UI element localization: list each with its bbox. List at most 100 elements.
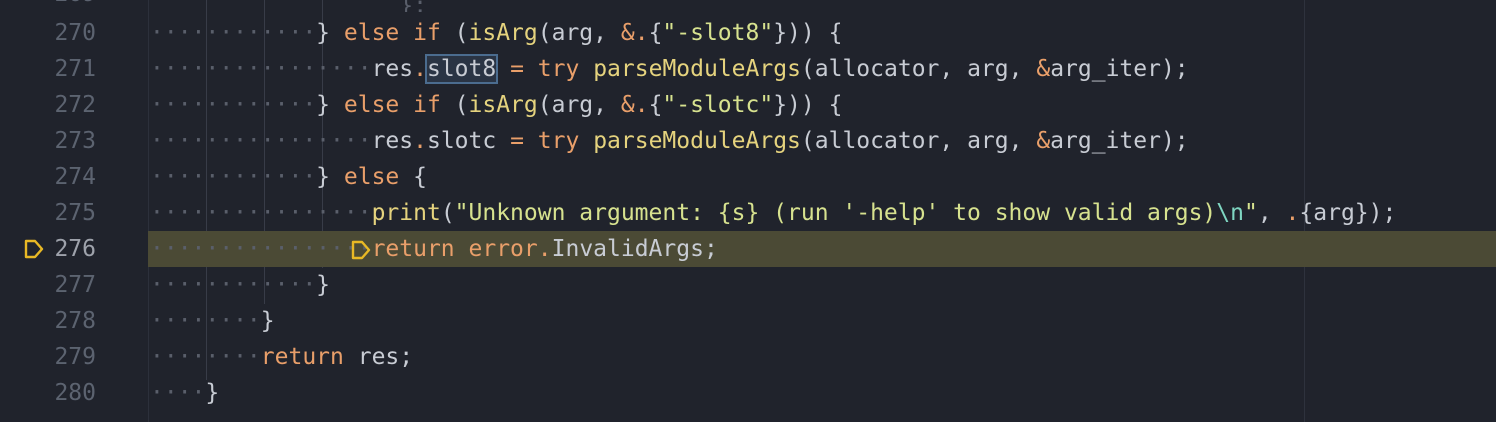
code-text[interactable]: ········} (150, 303, 275, 339)
code-token: res (371, 128, 414, 154)
code-line[interactable]: 273 ················res.slotc = try parse… (0, 123, 1496, 159)
code-token: " (1243, 200, 1258, 226)
code-line[interactable]: 270 ············} else if (isArg(arg, &.{… (0, 15, 1496, 51)
code-token: error (468, 236, 538, 262)
code-line[interactable]: 279 ········return res; (0, 339, 1496, 375)
code-token: slotc (426, 128, 511, 154)
line-number: 270 (54, 20, 96, 46)
code-token: res (371, 56, 414, 82)
code-token: . (413, 56, 427, 82)
code-token: = (510, 128, 524, 154)
line-number: 277 (54, 272, 96, 298)
code-token: } (316, 92, 344, 118)
code-token: parseModuleArgs (593, 56, 801, 82)
code-token: { (648, 92, 663, 118)
whitespace-dots: ················ (150, 56, 372, 82)
code-token: } (316, 272, 331, 298)
whitespace-dots: ················ (150, 200, 372, 226)
code-token: { (399, 164, 427, 190)
line-number: 272 (54, 92, 96, 118)
selected-token: slot8 (424, 54, 499, 84)
code-token: (allocator, arg, (800, 56, 1037, 82)
line-number: 275 (54, 200, 96, 226)
code-line[interactable]: 275 ················print("Unknown argume… (0, 195, 1496, 231)
line-number: 271 (54, 56, 96, 82)
code-text[interactable]: ············} else { (150, 159, 427, 195)
code-token: } (260, 308, 275, 334)
code-line[interactable]: 272 ············} else if (isArg(arg, &.{… (0, 87, 1496, 123)
code-line[interactable]: 277 ············} (0, 267, 1496, 303)
code-token: else if (343, 20, 441, 46)
code-token: try (537, 128, 580, 154)
code-token: try (537, 56, 580, 82)
code-text[interactable]: ········return res; (150, 339, 413, 375)
line-number: 280 (54, 380, 96, 406)
line-number: 273 (54, 128, 96, 154)
code-token: "Unknown argument: {s} (run '-help' to s… (454, 200, 1217, 226)
whitespace-dots: ···· (150, 380, 206, 406)
whitespace-dots: ················ (150, 236, 372, 262)
whitespace-dots: ········ (150, 308, 261, 334)
code-token: (arg, (537, 92, 621, 118)
code-token: else (343, 164, 400, 190)
code-editor[interactable]: }; 269 270············} else if (isArg(a… (0, 0, 1496, 422)
code-token: } (205, 380, 220, 406)
code-token: &. (620, 20, 649, 46)
inline-breakpoint-glyph (351, 240, 370, 260)
code-token: isArg (468, 92, 538, 118)
line-number: 269 (16, 0, 96, 12)
code-text[interactable]: ················ return error.InvalidArgs… (150, 231, 718, 267)
code-token: InvalidArgs; (551, 236, 718, 262)
code-token: = (510, 56, 524, 82)
code-line[interactable]: 280 ····} (0, 375, 1496, 411)
code-token: \n (1216, 200, 1244, 226)
code-token: else if (343, 92, 441, 118)
code-text[interactable]: ················res.slotc = try parseMod… (150, 123, 1189, 159)
current-line[interactable]: 276 ················ return error.InvalidA… (0, 231, 1496, 267)
whitespace-dots: ············ (150, 92, 317, 118)
code-text[interactable]: ············} else if (isArg(arg, &.{"-s… (150, 87, 842, 123)
code-token: })) { (773, 92, 843, 118)
code-token: ( (440, 92, 469, 118)
inline-breakpoint-icon[interactable] (349, 237, 373, 261)
code-token: {arg}); (1299, 200, 1397, 226)
breakpoint-icon[interactable] (22, 237, 46, 261)
breakpoint-glyph (24, 239, 44, 259)
code-token: isArg (468, 20, 538, 46)
code-token: res; (343, 344, 414, 370)
code-text[interactable]: ············} else if (isArg(arg, &.{"-s… (150, 15, 842, 51)
code-token: , (1257, 200, 1286, 226)
code-token: } (316, 164, 344, 190)
code-token: print (371, 200, 441, 226)
partial-code-line: }; (150, 0, 427, 12)
whitespace-dots: ················ (150, 128, 372, 154)
code-token: & (1036, 128, 1051, 154)
code-text[interactable]: ················res.slot8 = try parseMod… (150, 51, 1189, 87)
code-token: ( (440, 200, 455, 226)
code-line[interactable]: 271 ················res.slot8 = try parse… (0, 51, 1496, 87)
code-token: &. (620, 92, 649, 118)
code-token: arg_iter); (1050, 128, 1189, 154)
code-line[interactable]: 274 ············} else { (0, 159, 1496, 195)
code-token: "-slot8" (662, 20, 774, 46)
code-text[interactable]: ············} (150, 267, 330, 303)
code-token: { (648, 20, 663, 46)
code-token: return (260, 344, 344, 370)
line-number: 279 (54, 344, 96, 370)
code-token: (allocator, arg, (800, 128, 1037, 154)
code-token: (arg, (537, 20, 621, 46)
code-token: return (371, 236, 455, 262)
code-token: & (1036, 56, 1051, 82)
code-text[interactable]: ····} (150, 375, 219, 411)
whitespace-dots: ············ (150, 272, 317, 298)
whitespace-dots: ········ (150, 344, 261, 370)
code-line[interactable]: 278 ········} (0, 303, 1496, 339)
code-token: } (316, 20, 344, 46)
code-text[interactable]: ················print("Unknown argument:… (150, 195, 1396, 231)
line-number: 278 (54, 308, 96, 334)
